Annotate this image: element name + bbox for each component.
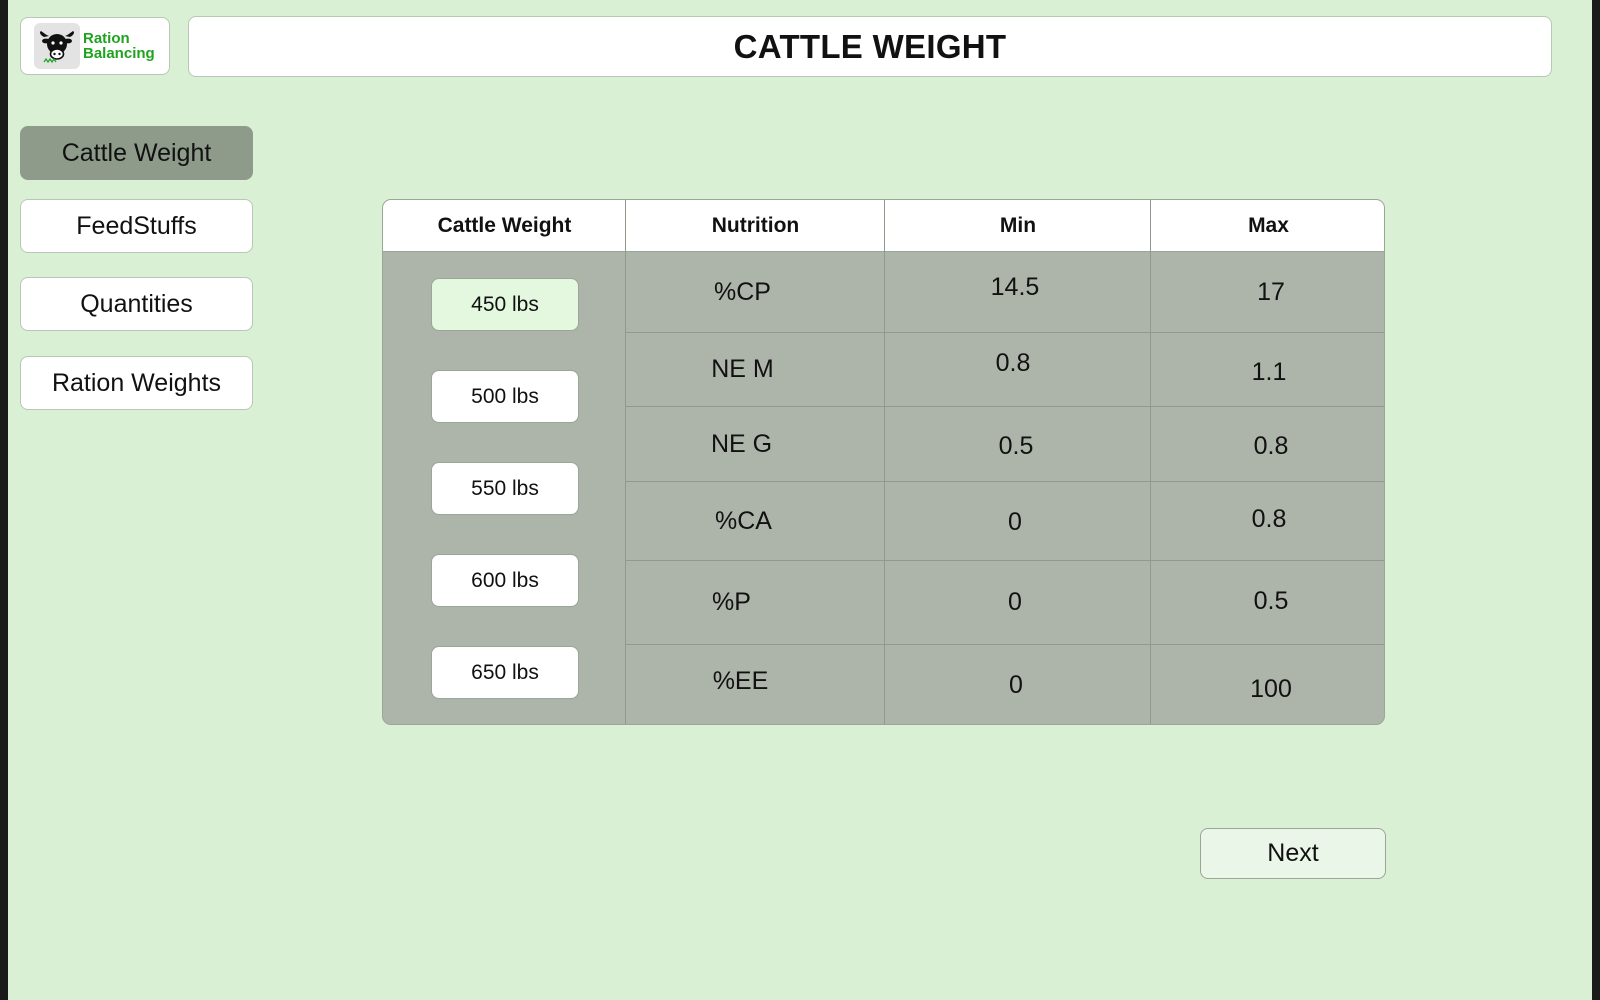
weight-option-550[interactable]: 550 lbs <box>431 462 579 515</box>
nutrition-table: Cattle Weight Nutrition Min Max 450 lbs … <box>382 199 1385 725</box>
weight-option-600[interactable]: 600 lbs <box>431 554 579 607</box>
max-value-cell: 0.5 <box>1253 586 1289 615</box>
max-value-cell: 17 <box>1257 277 1285 306</box>
page-title: CATTLE WEIGHT <box>733 27 1007 65</box>
weight-option-650[interactable]: 650 lbs <box>431 646 579 699</box>
sidebar-item-feedstuffs[interactable]: FeedStuffs <box>20 199 253 253</box>
weight-option-500[interactable]: 500 lbs <box>431 370 579 423</box>
nutrition-cell: %EE <box>712 666 769 695</box>
min-value-cell: 0 <box>1008 507 1022 536</box>
window-left-edge <box>0 0 8 1000</box>
window-right-edge <box>1592 0 1600 1000</box>
column-header-min: Min <box>999 213 1037 237</box>
page-header: CATTLE WEIGHT <box>188 16 1552 77</box>
max-value-cell: 1.1 <box>1251 357 1287 386</box>
min-value-cell: 0 <box>1008 588 1022 616</box>
nutrition-cell: NE G <box>710 429 773 458</box>
logo-text: Ration Balancing <box>83 31 155 61</box>
weight-option-450[interactable]: 450 lbs <box>431 278 579 331</box>
nutrition-cell: %CA <box>715 506 772 535</box>
min-value-cell: 0.5 <box>998 431 1034 460</box>
cow-head-icon <box>34 23 80 69</box>
column-header-max: Max <box>1248 213 1289 237</box>
sidebar-item-ration-weights[interactable]: Ration Weights <box>20 356 253 410</box>
sidebar-item-quantities[interactable]: Quantities <box>20 277 253 331</box>
logo-text-line1: Ration <box>83 30 130 47</box>
nutrition-cell: NE M <box>711 355 774 383</box>
min-value-cell: 14.5 <box>990 272 1040 301</box>
column-header-cattle-weight: Cattle Weight <box>437 213 572 237</box>
max-value-cell: 100 <box>1250 674 1292 703</box>
min-value-cell: 0 <box>1009 671 1023 699</box>
nutrition-cell: %CP <box>714 277 771 306</box>
max-value-cell: 0.8 <box>1253 431 1289 460</box>
logo-text-line2: Balancing <box>83 45 155 62</box>
sidebar-item-cattle-weight[interactable]: Cattle Weight <box>20 126 253 180</box>
nutrition-cell: %P <box>712 588 751 616</box>
column-header-nutrition: Nutrition <box>711 213 800 237</box>
max-value-cell: 0.8 <box>1251 504 1287 533</box>
min-value-cell: 0.8 <box>995 349 1031 377</box>
app-logo: Ration Balancing <box>20 17 170 75</box>
next-button[interactable]: Next <box>1200 828 1386 879</box>
